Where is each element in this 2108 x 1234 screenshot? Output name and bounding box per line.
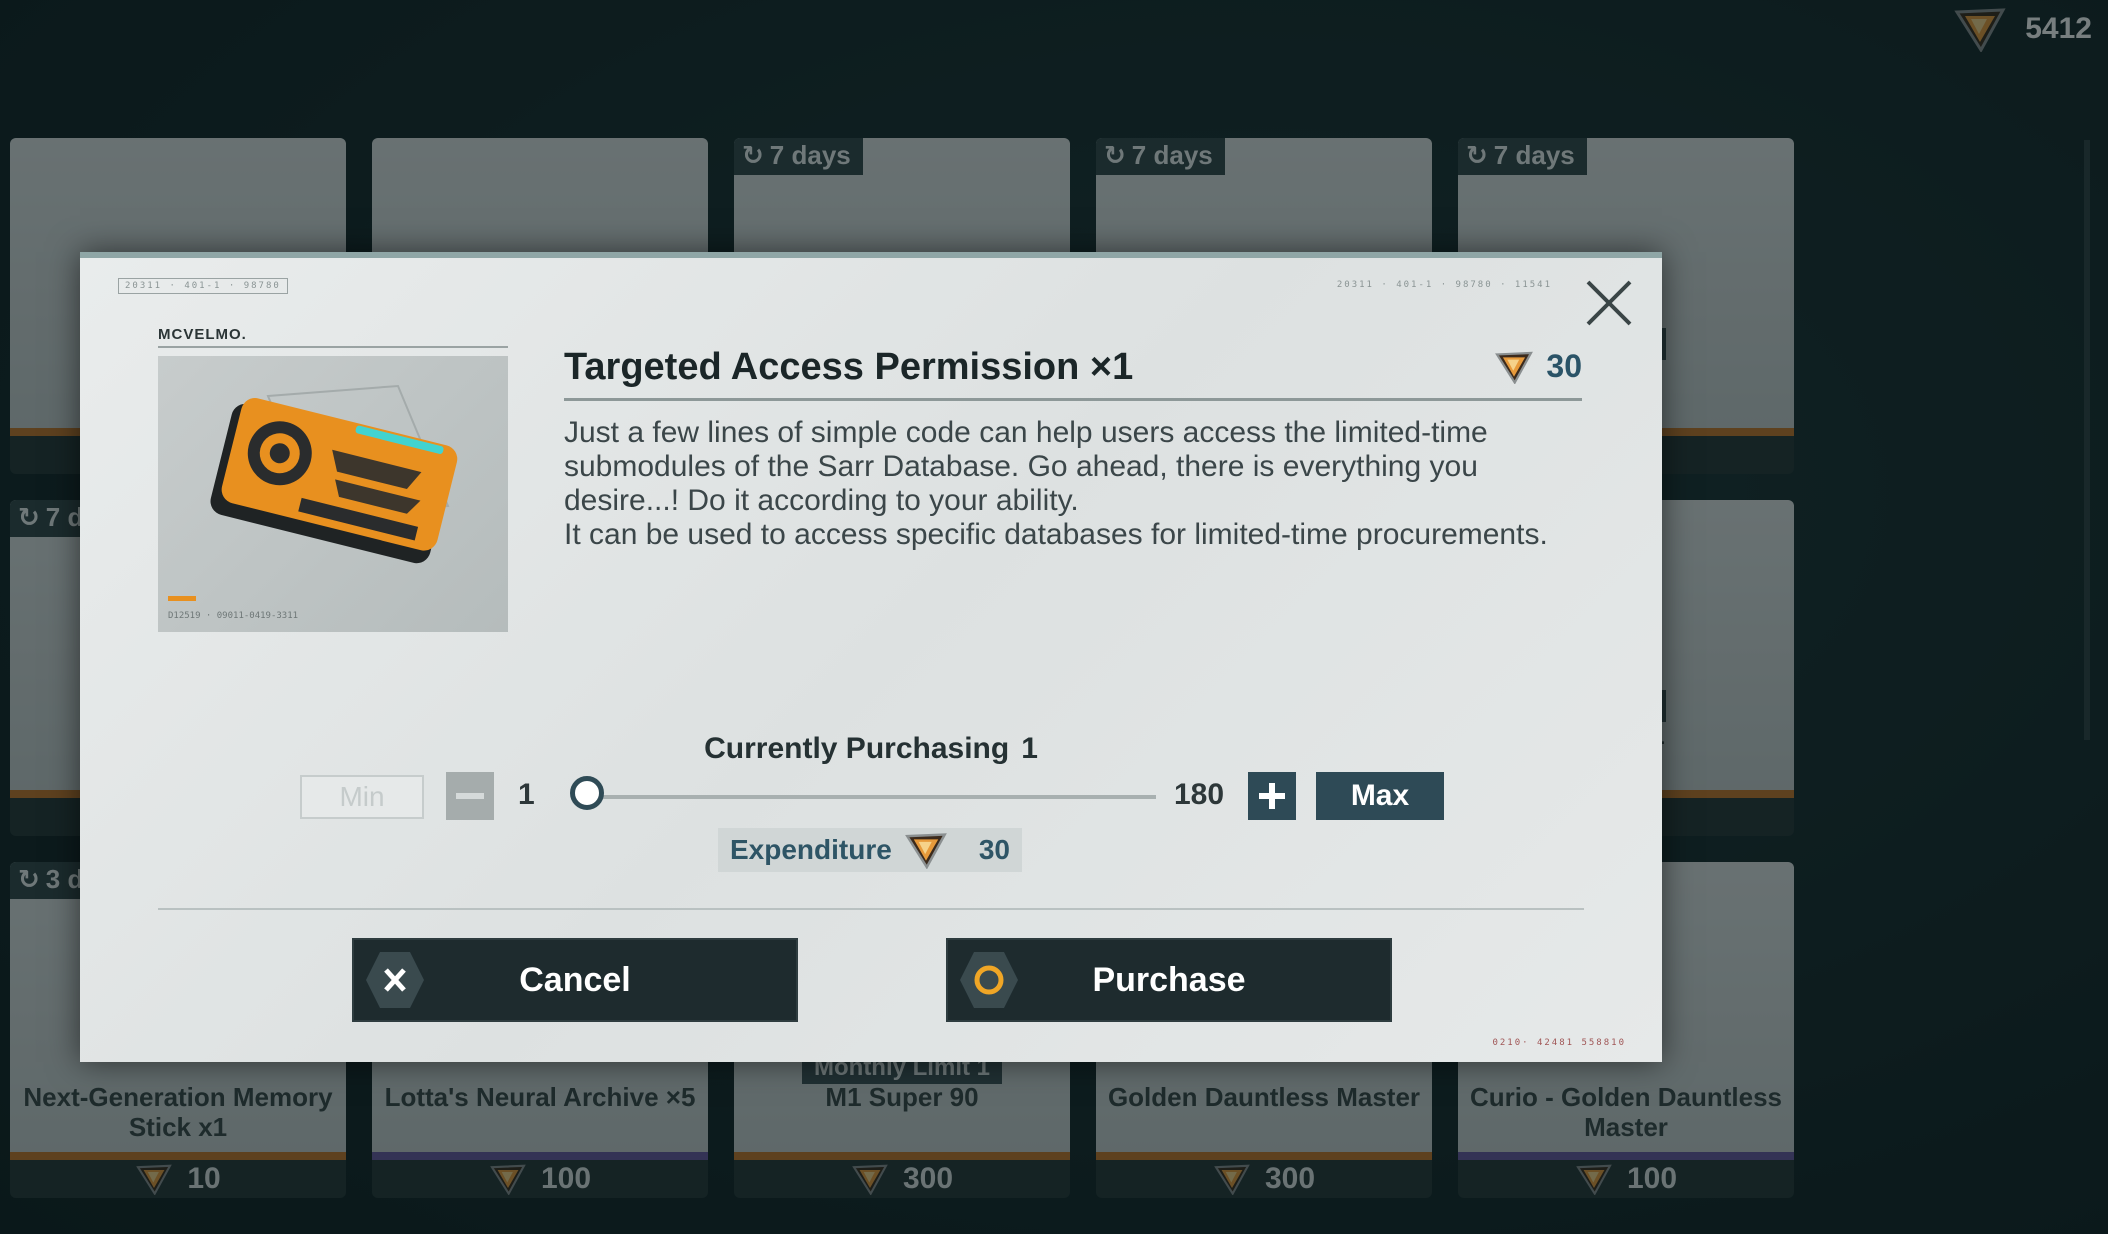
quantity-max-value: 180 [1174,778,1225,811]
close-button[interactable] [1582,276,1636,330]
gem-icon [904,831,948,869]
max-button[interactable]: Max [1316,772,1444,820]
serial-decoration: 20311 · 401-1 · 98780 · 11541 [1336,280,1552,290]
purchase-button[interactable]: Purchase [946,938,1392,1022]
item-cost: 30 [1494,348,1582,385]
purchase-label: Purchase [1092,960,1246,999]
expenditure-value: 30 [978,834,1010,865]
description-paragraph: It can be used to access specific databa… [564,518,1548,551]
expenditure-label: Expenditure [730,834,892,865]
close-icon [1586,280,1632,326]
quantity-min-value: 1 [518,778,535,811]
item-title: Targeted Access Permission ×1 [564,346,1134,388]
expenditure-display: Expenditure 30 [718,828,1022,872]
item-image: D12519 · 09011-0419-3311 [158,356,508,632]
footer-divider [158,908,1584,910]
quantity-slider[interactable] [580,795,1156,799]
serial-decoration: 20311 · 401-1 · 98780 [118,278,288,294]
circle-icon [960,952,1018,1008]
cancel-button[interactable]: Cancel [352,938,798,1022]
item-description: Just a few lines of simple code can help… [564,416,1564,552]
description-paragraph: Just a few lines of simple code can help… [564,416,1488,517]
slider-handle[interactable] [570,776,604,810]
decrement-button[interactable] [446,772,494,820]
currently-purchasing-value: 1 [1021,732,1038,765]
item-cost-value: 30 [1546,348,1582,384]
currently-purchasing: Currently Purchasing 1 [80,732,1662,766]
cancel-label: Cancel [519,960,631,999]
currently-purchasing-label: Currently Purchasing [704,732,1010,765]
minus-icon [456,793,484,799]
item-brand: MCVELMO. [158,326,508,348]
min-button[interactable]: Min [300,775,424,819]
plus-icon [1259,783,1285,809]
title-divider [564,398,1582,401]
gem-icon [1494,350,1534,384]
cross-icon [366,952,424,1008]
access-card-icon: D12519 · 09011-0419-3311 [168,384,458,621]
svg-text:D12519 · 09011-0419-3311: D12519 · 09011-0419-3311 [168,611,298,621]
item-thumbnail: MCVELMO. D12519 · 09011-0419-3311 [158,326,510,632]
increment-button[interactable] [1248,772,1296,820]
purchase-dialog: 20311 · 401-1 · 98780 20311 · 401-1 · 98… [80,252,1662,1062]
quantity-selector: Min 1 180 Max [300,772,1444,822]
serial-decoration: 0210· 42481 558810 [1492,1038,1626,1048]
